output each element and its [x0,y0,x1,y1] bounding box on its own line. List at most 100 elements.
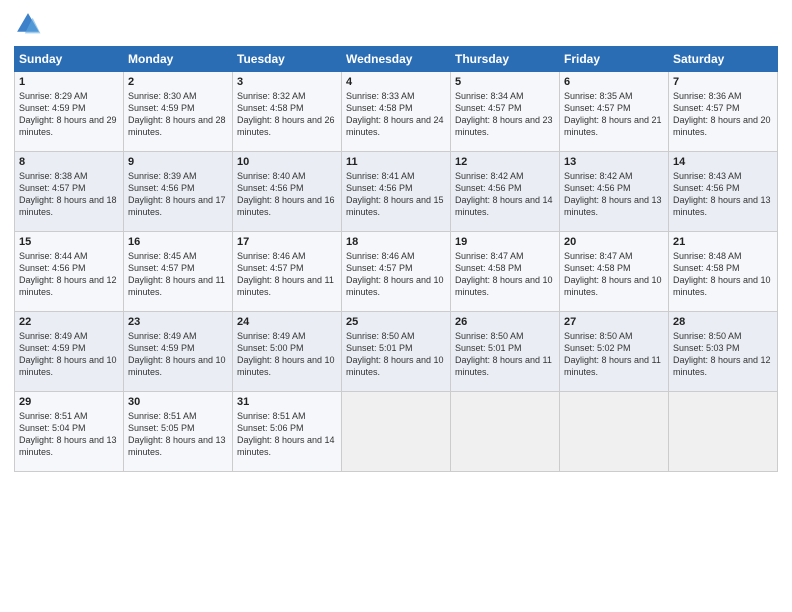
calendar-cell: 8 Sunrise: 8:38 AMSunset: 4:57 PMDaylight… [15,152,124,232]
day-header-row: SundayMondayTuesdayWednesdayThursdayFrid… [15,47,778,72]
cell-content: Sunrise: 8:50 AMSunset: 5:02 PMDaylight:… [564,330,664,379]
cell-content: Sunrise: 8:49 AMSunset: 4:59 PMDaylight:… [128,330,228,379]
calendar-cell: 12 Sunrise: 8:42 AMSunset: 4:56 PMDayligh… [451,152,560,232]
calendar-cell: 4 Sunrise: 8:33 AMSunset: 4:58 PMDaylight… [342,72,451,152]
day-number: 15 [19,236,119,248]
cell-content: Sunrise: 8:38 AMSunset: 4:57 PMDaylight:… [19,170,119,219]
cell-content: Sunrise: 8:42 AMSunset: 4:56 PMDaylight:… [455,170,555,219]
calendar-cell: 7 Sunrise: 8:36 AMSunset: 4:57 PMDaylight… [669,72,778,152]
calendar-cell [451,392,560,472]
day-number: 23 [128,316,228,328]
day-number: 5 [455,76,555,88]
calendar-cell: 1 Sunrise: 8:29 AMSunset: 4:59 PMDaylight… [15,72,124,152]
day-number: 28 [673,316,773,328]
day-header-tuesday: Tuesday [233,47,342,72]
day-number: 31 [237,396,337,408]
cell-content: Sunrise: 8:49 AMSunset: 4:59 PMDaylight:… [19,330,119,379]
cell-content: Sunrise: 8:45 AMSunset: 4:57 PMDaylight:… [128,250,228,299]
calendar-cell: 29 Sunrise: 8:51 AMSunset: 5:04 PMDayligh… [15,392,124,472]
calendar-cell: 20Sunrise: 8:47 AMSunset: 4:58 PMDayligh… [560,232,669,312]
day-number: 14 [673,156,773,168]
calendar-cell: 10 Sunrise: 8:40 AMSunset: 4:56 PMDayligh… [233,152,342,232]
week-row-3: 15 Sunrise: 8:44 AMSunset: 4:56 PMDayligh… [15,232,778,312]
day-number: 7 [673,76,773,88]
calendar-page: SundayMondayTuesdayWednesdayThursdayFrid… [0,0,792,612]
cell-content: Sunrise: 8:42 AMSunset: 4:56 PMDaylight:… [564,170,664,219]
cell-content: Sunrise: 8:47 AMSunset: 4:58 PMDaylight:… [564,250,664,299]
day-number: 18 [346,236,446,248]
cell-content: Sunrise: 8:50 AMSunset: 5:01 PMDaylight:… [346,330,446,379]
calendar-cell: 30 Sunrise: 8:51 AMSunset: 5:05 PMDayligh… [124,392,233,472]
calendar-cell: 9Sunrise: 8:39 AMSunset: 4:56 PMDaylight… [124,152,233,232]
week-row-5: 29 Sunrise: 8:51 AMSunset: 5:04 PMDayligh… [15,392,778,472]
cell-content: Sunrise: 8:34 AMSunset: 4:57 PMDaylight:… [455,90,555,139]
calendar-cell: 18Sunrise: 8:46 AMSunset: 4:57 PMDayligh… [342,232,451,312]
cell-content: Sunrise: 8:41 AMSunset: 4:56 PMDaylight:… [346,170,446,219]
calendar-cell: 27 Sunrise: 8:50 AMSunset: 5:02 PMDayligh… [560,312,669,392]
day-header-friday: Friday [560,47,669,72]
day-number: 21 [673,236,773,248]
day-number: 19 [455,236,555,248]
cell-content: Sunrise: 8:30 AMSunset: 4:59 PMDaylight:… [128,90,228,139]
calendar-cell: 14 Sunrise: 8:43 AMSunset: 4:56 PMDayligh… [669,152,778,232]
cell-content: Sunrise: 8:35 AMSunset: 4:57 PMDaylight:… [564,90,664,139]
calendar-cell: 2 Sunrise: 8:30 AMSunset: 4:59 PMDaylight… [124,72,233,152]
cell-content: Sunrise: 8:50 AMSunset: 5:03 PMDaylight:… [673,330,773,379]
calendar-cell: 11 Sunrise: 8:41 AMSunset: 4:56 PMDayligh… [342,152,451,232]
logo [14,10,46,38]
calendar-cell: 19 Sunrise: 8:47 AMSunset: 4:58 PMDayligh… [451,232,560,312]
day-number: 12 [455,156,555,168]
week-row-2: 8 Sunrise: 8:38 AMSunset: 4:57 PMDaylight… [15,152,778,232]
cell-content: Sunrise: 8:46 AMSunset: 4:57 PMDaylight:… [237,250,337,299]
day-number: 8 [19,156,119,168]
day-number: 16 [128,236,228,248]
day-number: 25 [346,316,446,328]
day-number: 10 [237,156,337,168]
calendar-cell: 24 Sunrise: 8:49 AMSunset: 5:00 PMDayligh… [233,312,342,392]
day-number: 13 [564,156,664,168]
calendar-cell: 23 Sunrise: 8:49 AMSunset: 4:59 PMDayligh… [124,312,233,392]
day-number: 3 [237,76,337,88]
calendar-cell: 21 Sunrise: 8:48 AMSunset: 4:58 PMDayligh… [669,232,778,312]
calendar-cell [560,392,669,472]
cell-content: Sunrise: 8:44 AMSunset: 4:56 PMDaylight:… [19,250,119,299]
calendar-cell: 5 Sunrise: 8:34 AMSunset: 4:57 PMDaylight… [451,72,560,152]
day-header-saturday: Saturday [669,47,778,72]
day-number: 6 [564,76,664,88]
day-header-thursday: Thursday [451,47,560,72]
day-number: 2 [128,76,228,88]
cell-content: Sunrise: 8:29 AMSunset: 4:59 PMDaylight:… [19,90,119,139]
cell-content: Sunrise: 8:33 AMSunset: 4:58 PMDaylight:… [346,90,446,139]
day-number: 1 [19,76,119,88]
calendar-table: SundayMondayTuesdayWednesdayThursdayFrid… [14,46,778,472]
day-number: 9 [128,156,228,168]
calendar-cell: 28 Sunrise: 8:50 AMSunset: 5:03 PMDayligh… [669,312,778,392]
day-number: 22 [19,316,119,328]
cell-content: Sunrise: 8:49 AMSunset: 5:00 PMDaylight:… [237,330,337,379]
week-row-4: 22 Sunrise: 8:49 AMSunset: 4:59 PMDayligh… [15,312,778,392]
cell-content: Sunrise: 8:43 AMSunset: 4:56 PMDaylight:… [673,170,773,219]
day-number: 24 [237,316,337,328]
header [14,10,778,38]
cell-content: Sunrise: 8:51 AMSunset: 5:04 PMDaylight:… [19,410,119,459]
cell-content: Sunrise: 8:51 AMSunset: 5:05 PMDaylight:… [128,410,228,459]
day-number: 27 [564,316,664,328]
cell-content: Sunrise: 8:47 AMSunset: 4:58 PMDaylight:… [455,250,555,299]
logo-icon [14,10,42,38]
day-header-wednesday: Wednesday [342,47,451,72]
calendar-cell: 6 Sunrise: 8:35 AMSunset: 4:57 PMDaylight… [560,72,669,152]
cell-content: Sunrise: 8:36 AMSunset: 4:57 PMDaylight:… [673,90,773,139]
calendar-cell: 26Sunrise: 8:50 AMSunset: 5:01 PMDayligh… [451,312,560,392]
cell-content: Sunrise: 8:51 AMSunset: 5:06 PMDaylight:… [237,410,337,459]
cell-content: Sunrise: 8:48 AMSunset: 4:58 PMDaylight:… [673,250,773,299]
cell-content: Sunrise: 8:50 AMSunset: 5:01 PMDaylight:… [455,330,555,379]
day-number: 29 [19,396,119,408]
cell-content: Sunrise: 8:40 AMSunset: 4:56 PMDaylight:… [237,170,337,219]
day-number: 4 [346,76,446,88]
day-header-sunday: Sunday [15,47,124,72]
day-number: 11 [346,156,446,168]
calendar-cell: 13 Sunrise: 8:42 AMSunset: 4:56 PMDayligh… [560,152,669,232]
day-header-monday: Monday [124,47,233,72]
calendar-cell: 25 Sunrise: 8:50 AMSunset: 5:01 PMDayligh… [342,312,451,392]
day-number: 30 [128,396,228,408]
